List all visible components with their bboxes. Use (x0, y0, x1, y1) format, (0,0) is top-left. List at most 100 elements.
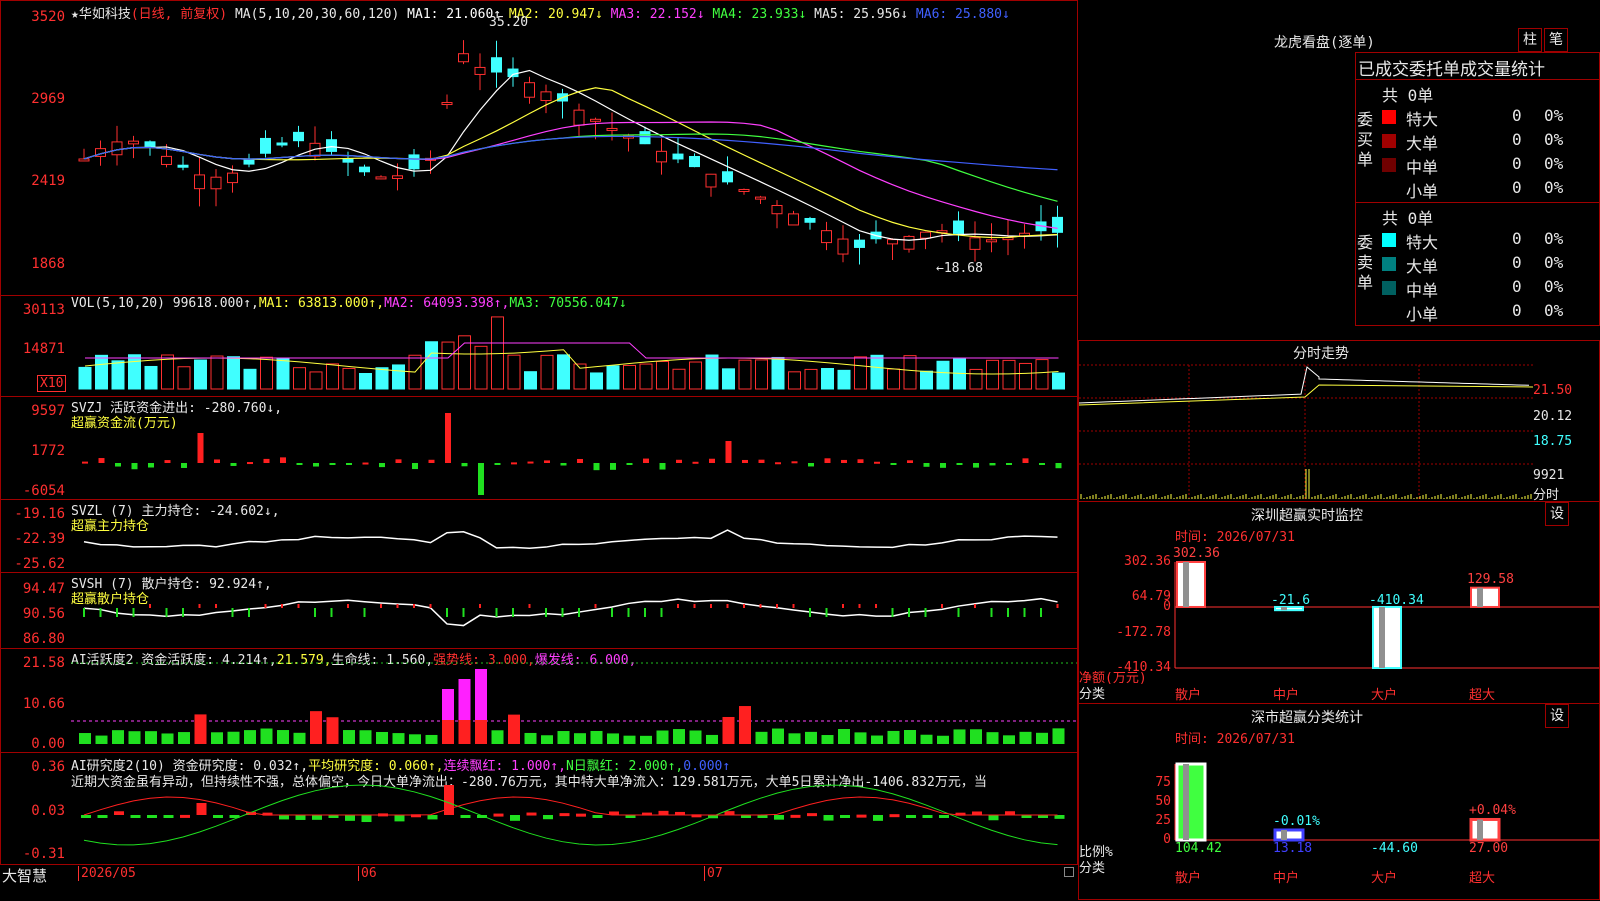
date-label-2: 07 (704, 866, 723, 881)
buy-row-pct-2: 0% (1544, 154, 1564, 173)
activity-bar (656, 730, 669, 744)
monitor-panel[interactable]: 深圳超赢实时监控 设 时间: 2026/07/31 净额(万元) 分类 302.… (1078, 501, 1600, 704)
monitor-y-tick-0: 302.36 (1124, 554, 1171, 569)
research-bar (576, 813, 586, 817)
svzj-bar (775, 462, 781, 465)
svzj-panel[interactable]: SVZJ 活跃资金进出: -280.760↓, 超赢资金流(万元) 9597 1… (0, 396, 1078, 500)
lock-icon[interactable] (1064, 867, 1074, 877)
candle-body (276, 142, 288, 146)
stroke-mode-button[interactable]: 笔 (1544, 28, 1568, 52)
volume-bar (854, 356, 867, 390)
candle-body (441, 102, 453, 106)
volume-bar (887, 368, 900, 390)
svzj-bar (544, 460, 550, 463)
buy-row-pct-0: 0% (1544, 106, 1564, 125)
sell-row-count-2: 0 (1512, 277, 1522, 296)
research-bar (526, 812, 537, 816)
volume-bar (491, 316, 504, 390)
volume-bar (837, 369, 851, 390)
activity-bar (194, 714, 207, 744)
svzj-bar (577, 458, 583, 463)
svzj-bar (692, 461, 699, 464)
svzj-bar (808, 463, 814, 467)
candle-body (837, 238, 849, 255)
svzj-bar (890, 463, 897, 465)
activity-bar (574, 733, 586, 744)
activity-bar (590, 730, 603, 744)
candle-body (210, 176, 222, 190)
research-bar (147, 815, 157, 818)
monitor-cat-2: 大户 (1371, 688, 1398, 703)
sell-row-swatch-0 (1382, 233, 1396, 247)
ai-activity-chart (71, 662, 1077, 744)
svzj-bar (659, 463, 666, 470)
volume-bar (639, 363, 653, 390)
research-bar (510, 815, 520, 821)
svzj-bar (346, 463, 352, 465)
candlestick-panel[interactable]: ★华如科技(日线, 前复权) MA(5,10,20,30,60,120) MA1… (0, 0, 1078, 296)
candle-body (854, 239, 865, 248)
candle-body (227, 172, 238, 184)
buy-row-count-1: 0 (1512, 130, 1522, 149)
monitor-bar-label-1: -21.6 (1271, 592, 1311, 608)
bar-mode-button[interactable]: 柱 (1518, 28, 1542, 52)
activity-bar (95, 735, 108, 744)
sell-row-pct-1: 0% (1544, 253, 1564, 272)
activity-bar (310, 711, 322, 744)
buy-row-count-2: 0 (1512, 154, 1522, 173)
svzl-panel[interactable]: SVZL (7) 主力持仓: -24.602↓, 超赢主力持仓 -19.16 -… (0, 499, 1078, 573)
svzj-bar (676, 459, 682, 463)
volume-bar (326, 363, 339, 390)
monitor-cat-3: 超大 (1469, 688, 1496, 703)
volume-panel[interactable]: VOL(5,10,20) 99618.000↑,MA1: 63813.000↑,… (0, 295, 1078, 397)
candle-body (111, 141, 123, 156)
research-bar (939, 815, 949, 818)
volume-bar (392, 364, 405, 390)
y-tick-2: 2419 (31, 173, 65, 189)
classify-panel[interactable]: 深市超赢分类统计 设 时间: 2026/07/31 比例% 分类 75 50 25 0… (1078, 703, 1600, 900)
research-bar (81, 815, 91, 818)
intraday-panel[interactable]: 分时走势 21.50 20.12 18.75 9921 分时 (1078, 340, 1600, 503)
monitor-cat-1: 中户 (1273, 688, 1300, 703)
activity-bar (145, 731, 157, 744)
volume-bar (606, 365, 620, 390)
activity-bar (112, 730, 124, 744)
candle-body (606, 127, 618, 131)
ai1-y-tick-2: 0.00 (31, 736, 65, 752)
activity-bar (128, 731, 141, 744)
monitor-y-tick-2: 0 (1163, 598, 1171, 614)
svsh-panel[interactable]: SVSH (7) 散户持仓: 92.924↑, 超赢散户持仓 94.47 90.… (0, 572, 1078, 649)
classify-bar-pct-3: +0.04% (1469, 803, 1516, 819)
research-bar (163, 815, 174, 818)
activity-bar (788, 733, 801, 744)
ai-research-panel[interactable]: AI研究度2(10) 资金研究度: 0.032↑,平均研究度: 0.060↑,连… (0, 752, 1078, 865)
svsh-y-tick-0: 94.47 (22, 581, 65, 597)
monitor-y-tick-4: -410.34 (1116, 660, 1171, 675)
monitor-y-tick-3: -172.78 (1116, 624, 1171, 640)
volume-bar (507, 354, 521, 390)
activity-bar (986, 732, 999, 744)
research-bar (724, 811, 735, 815)
volume-bar (722, 368, 735, 390)
sell-row-count-3: 0 (1512, 301, 1522, 320)
ai-activity-panel[interactable]: AI活跃度2 资金活跃度: 4.214↑,21.579,生命线: 1.560,强… (0, 648, 1078, 753)
research-bar (460, 815, 471, 818)
research-bar (114, 811, 124, 815)
candle-body (804, 217, 816, 223)
candle-body (903, 235, 915, 250)
research-bar (97, 815, 108, 818)
activity-bar (689, 730, 702, 744)
vol-y-tick-0: 30113 (22, 302, 65, 318)
research-bar (180, 814, 190, 818)
svzj-bar (98, 458, 105, 463)
classify-y-tick-2: 25 (1155, 813, 1171, 828)
svsh-chart (83, 597, 1059, 627)
candle-body (969, 237, 981, 250)
classify-cat-3: 超大 (1469, 871, 1496, 886)
activity-bar (491, 730, 504, 744)
buy-label: 委买单 (1357, 110, 1374, 169)
activity-bar (178, 732, 190, 744)
activity-bar (508, 714, 520, 744)
activity-bar (821, 735, 834, 744)
activity-bar (854, 732, 867, 744)
